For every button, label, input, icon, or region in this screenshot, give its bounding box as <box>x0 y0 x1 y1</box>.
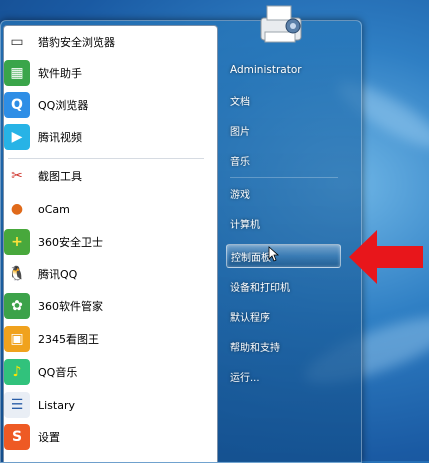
program-label: 腾讯QQ <box>38 268 78 281</box>
360-safe-icon: + <box>4 229 30 255</box>
2345-image-viewer-icon: ▣ <box>4 326 30 352</box>
program-item[interactable]: Q QQ浏览器 <box>4 90 209 120</box>
program-item[interactable]: ✂ 截图工具 <box>4 161 209 191</box>
user-name-item[interactable]: Administrator <box>226 58 341 82</box>
program-item[interactable]: ☰ Listary <box>4 390 209 420</box>
run-item[interactable]: 运行... <box>226 364 341 388</box>
sogou-settings-icon: S <box>4 424 30 450</box>
help-support-item[interactable]: 帮助和支持 <box>226 334 341 358</box>
pictures-item[interactable]: 图片 <box>226 118 341 142</box>
program-item[interactable]: S 设置 <box>4 422 209 452</box>
cheetah-browser-icon: ▭ <box>4 29 30 55</box>
snipping-tool-icon: ✂ <box>4 163 30 189</box>
user-picture-icon[interactable] <box>255 2 307 48</box>
program-label: oCam <box>38 202 70 216</box>
programs-separator <box>8 158 204 159</box>
program-label: QQ浏览器 <box>38 99 89 112</box>
program-item[interactable]: ✿ 360软件管家 <box>4 291 209 321</box>
program-item[interactable]: 🐧 腾讯QQ <box>4 259 209 289</box>
program-label: 腾讯视频 <box>38 131 82 144</box>
program-label: 截图工具 <box>38 170 82 183</box>
mouse-cursor-icon <box>268 246 280 262</box>
qq-penguin-icon: 🐧 <box>4 261 30 287</box>
program-label: QQ音乐 <box>38 366 78 379</box>
program-item[interactable]: ▣ 2345看图王 <box>4 324 209 354</box>
360-software-manager-icon: ✿ <box>4 293 30 319</box>
music-item[interactable]: 音乐 <box>226 148 341 172</box>
listary-icon: ☰ <box>4 392 30 418</box>
control-panel-item[interactable]: 控制面板 <box>226 244 341 268</box>
computer-item[interactable]: 计算机 <box>226 211 341 235</box>
program-label: 设置 <box>38 431 60 444</box>
default-programs-item[interactable]: 默认程序 <box>226 304 341 328</box>
program-label: 360软件管家 <box>38 300 103 313</box>
qq-music-icon: ♪ <box>4 359 30 385</box>
tencent-video-icon: ▶ <box>4 124 30 150</box>
program-item[interactable]: ▦ 软件助手 <box>4 58 209 88</box>
program-item[interactable]: ● oCam <box>4 194 209 224</box>
software-assistant-icon: ▦ <box>4 60 30 86</box>
program-label: 360安全卫士 <box>38 236 103 249</box>
devices-printers-item[interactable]: 设备和打印机 <box>226 274 341 298</box>
red-arrow-annotation-icon <box>349 230 423 284</box>
games-item[interactable]: 游戏 <box>226 181 341 205</box>
program-label: 猎豹安全浏览器 <box>38 36 115 49</box>
qq-browser-icon: Q <box>4 92 30 118</box>
ocam-icon: ● <box>4 196 30 222</box>
program-item[interactable]: +360安全卫士 <box>4 227 209 257</box>
right-separator <box>230 177 338 178</box>
program-label: 2345看图王 <box>38 333 99 346</box>
program-label: Listary <box>38 398 76 412</box>
program-item[interactable]: ▭ 猎豹安全浏览器 <box>4 27 209 57</box>
program-item[interactable]: ▶ 腾讯视频 <box>4 122 209 152</box>
program-item[interactable]: ♪ QQ音乐 <box>4 357 209 387</box>
documents-item[interactable]: 文档 <box>226 88 341 112</box>
program-label: 软件助手 <box>38 67 82 80</box>
